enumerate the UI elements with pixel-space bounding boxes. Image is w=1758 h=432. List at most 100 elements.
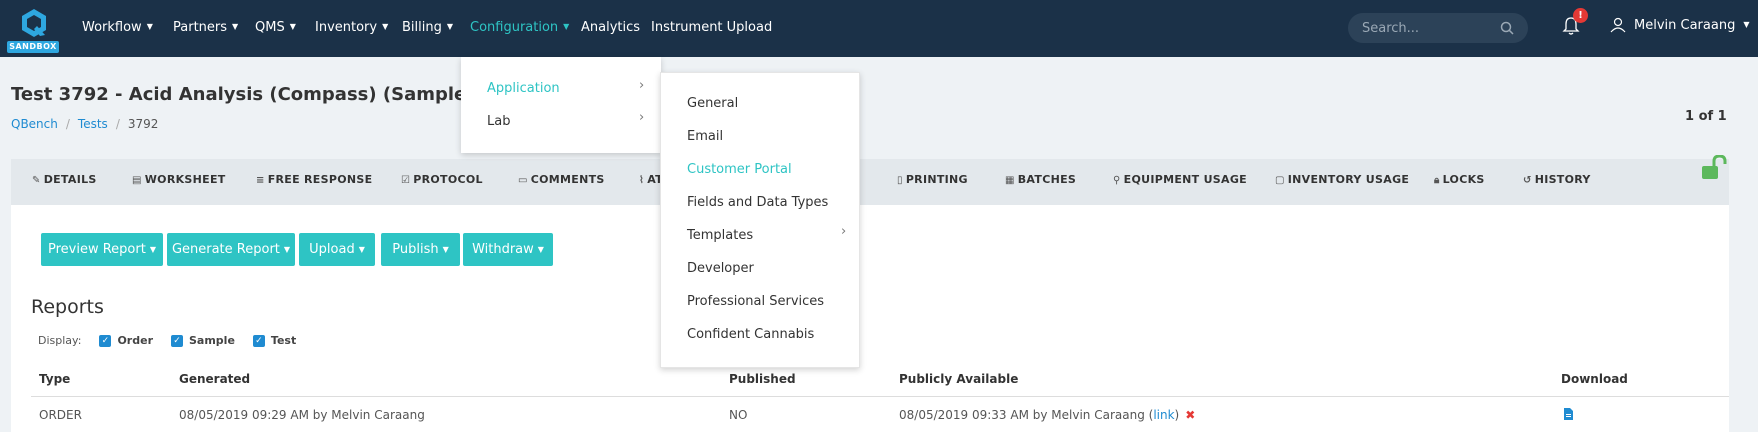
tab-history[interactable]: ↺ HISTORY [1523,173,1591,186]
comment-icon: ▭ [518,175,528,186]
column-type: Type [39,372,71,386]
menu-item-confident-cannabis[interactable]: Confident Cannabis [687,327,814,342]
sandbox-badge: SANDBOX [7,41,59,53]
menu-item-fields-data-types[interactable]: Fields and Data Types [687,195,828,210]
user-name: Melvin Caraang [1634,17,1736,33]
configuration-menu: Application › Lab › [461,57,661,153]
user-icon [1610,17,1626,33]
caret-down-icon: ▼ [146,22,153,31]
order-label: Order [117,334,153,347]
tab-free-response[interactable]: ≡ FREE RESPONSE [256,173,372,186]
row-generated: 08/05/2019 09:29 AM by Melvin Caraang [179,408,425,422]
pager: 1 of 1 [1685,109,1727,124]
generate-report-button[interactable]: Generate Report ▼ [167,233,295,266]
search-box [1348,13,1528,43]
publish-button[interactable]: Publish ▼ [381,233,460,266]
caret-down-icon: ▼ [289,22,296,31]
column-download: Download [1561,372,1628,386]
upload-button[interactable]: Upload ▼ [299,233,375,266]
menu-item-professional-services[interactable]: Professional Services [687,294,824,309]
nav-workflow[interactable]: Workflow ▼ [82,17,153,37]
public-link[interactable]: link [1153,408,1174,422]
history-icon: ↺ [1523,175,1532,186]
caret-down-icon: ▼ [1743,20,1750,29]
caret-down-icon: ▼ [283,244,291,254]
column-published: Published [729,372,796,386]
tab-batches[interactable]: ▦ BATCHES [1005,173,1076,186]
top-navbar: SANDBOX Workflow ▼ Partners ▼ QMS ▼ Invento… [0,0,1758,57]
user-menu[interactable]: Melvin Caraang ▼ [1610,17,1749,33]
tab-worksheet[interactable]: ▤ WORKSHEET [132,173,226,186]
tab-equipment-usage[interactable]: ⚲ EQUIPMENT USAGE [1113,173,1247,186]
tab-protocol[interactable]: ☑ PROTOCOL [401,173,483,186]
paperclip-icon: ⌇ [639,175,645,186]
row-publicly-available: 08/05/2019 09:33 AM by Melvin Caraang (l… [899,408,1196,422]
menu-item-lab[interactable]: Lab [487,114,510,129]
application-submenu: General Email Customer Portal Fields and… [660,72,860,368]
nav-inventory[interactable]: Inventory ▼ [315,17,388,37]
column-generated: Generated [179,372,251,386]
caret-down-icon: ▼ [149,244,156,254]
display-label: Display: [38,334,82,347]
menu-item-email[interactable]: Email [687,129,723,144]
chevron-right-icon: › [639,110,645,125]
display-filters: Display: ✓ Order ✓ Sample ✓ Test [38,334,296,347]
menu-item-templates[interactable]: Templates [687,228,753,243]
file-icon: ▯ [897,175,903,186]
equipment-icon: ⚲ [1113,175,1121,186]
nav-configuration[interactable]: Configuration ▼ [470,17,569,37]
tab-comments[interactable]: ▭ COMMENTS [518,173,605,186]
breadcrumb-tests[interactable]: Tests [78,117,108,131]
row-type: ORDER [39,408,82,422]
breadcrumb-current: 3792 [127,117,159,131]
test-label: Test [270,334,297,347]
caret-down-icon: ▼ [442,244,449,254]
nav-analytics[interactable]: Analytics [581,17,640,37]
worksheet-icon: ▤ [132,175,142,186]
sample-label: Sample [189,334,235,347]
notification-badge: ! [1573,8,1588,23]
preview-report-button[interactable]: Preview Report ▼ [41,233,163,266]
breadcrumb-qbench[interactable]: QBench [11,117,58,131]
check-square-icon: ☑ [401,175,411,186]
breadcrumb-separator: / [65,117,70,131]
qbench-logo[interactable]: SANDBOX [7,8,59,53]
chevron-right-icon: › [639,78,645,93]
caret-down-icon: ▼ [382,22,389,31]
order-checkbox[interactable]: ✓ [99,334,112,347]
tab-bar: ✎ DETAILS ▤ WORKSHEET ≡ FREE RESPONSE ☑ PROT… [11,159,1729,205]
remove-icon[interactable]: ✖ [1185,408,1195,422]
menu-item-customer-portal[interactable]: Customer Portal [687,162,792,177]
pencil-icon: ✎ [32,175,41,186]
search-input[interactable] [1362,20,1492,36]
unlocked-icon[interactable] [1700,155,1728,181]
withdraw-button[interactable]: Withdraw ▼ [463,233,553,266]
list-icon: ≡ [256,175,265,186]
menu-item-general[interactable]: General [687,96,738,111]
table-header-divider [31,396,1729,397]
sample-checkbox[interactable]: ✓ [171,334,183,347]
logo-mark-icon [22,9,46,37]
chevron-right-icon: › [841,224,847,239]
row-published: NO [729,408,748,422]
nav-qms[interactable]: QMS ▼ [255,17,296,37]
lock-icon: 🔒︎ [1434,175,1440,186]
tab-printing[interactable]: ▯ PRINTING [897,173,968,186]
caret-down-icon: ▼ [563,22,570,31]
menu-item-developer[interactable]: Developer [687,261,754,276]
tab-details[interactable]: ✎ DETAILS [32,173,97,186]
download-file-icon[interactable] [1563,408,1573,420]
caret-down-icon: ▼ [446,22,454,31]
breadcrumb: QBench / Tests / 3792 [11,117,158,131]
tab-locks[interactable]: 🔒︎ LOCKS [1434,173,1485,186]
tab-inventory-usage[interactable]: ▢ INVENTORY USAGE [1275,173,1409,186]
caret-down-icon: ▼ [358,244,365,254]
nav-instrument-upload[interactable]: Instrument Upload [651,17,772,37]
search-icon[interactable] [1500,21,1514,35]
nav-partners[interactable]: Partners ▼ [173,17,238,37]
test-checkbox[interactable]: ✓ [252,334,265,347]
menu-item-application[interactable]: Application [487,81,560,96]
box-icon: ▢ [1275,175,1285,186]
column-publicly-available: Publicly Available [899,372,1019,386]
nav-billing[interactable]: Billing ▼ [402,17,453,37]
